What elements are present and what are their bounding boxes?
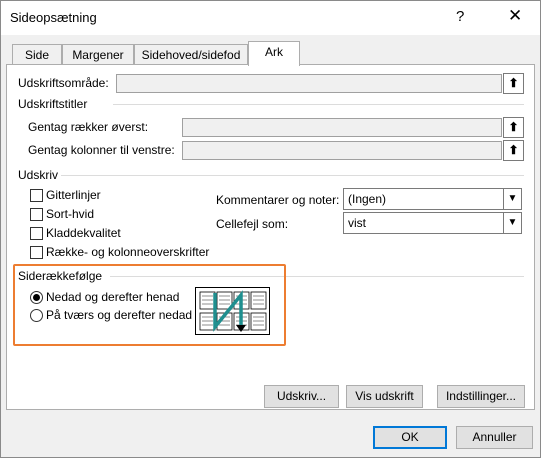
- row-col-headings-checkbox[interactable]: [30, 246, 43, 259]
- ok-button[interactable]: OK: [373, 426, 447, 449]
- close-button[interactable]: ✕: [508, 6, 522, 26]
- print-heading: Udskriv: [18, 168, 59, 182]
- page-order-highlight: [13, 264, 286, 346]
- options-button[interactable]: Indstillinger...: [437, 385, 525, 408]
- print-area-field[interactable]: [116, 74, 502, 93]
- page-setup-dialog: Sideopsætning ? ✕ Side Margener Sidehove…: [0, 0, 541, 458]
- print-preview-button[interactable]: Vis udskrift: [346, 385, 423, 408]
- comments-label: Kommentarer og noter:: [216, 193, 340, 207]
- gridlines-checkbox[interactable]: [30, 189, 43, 202]
- cell-errors-value: vist: [348, 216, 366, 230]
- tab-side[interactable]: Side: [12, 44, 62, 65]
- gridlines-label: Gitterlinjer: [46, 188, 101, 202]
- separator: [113, 104, 524, 105]
- repeat-cols-label: Gentag kolonner til venstre:: [28, 143, 175, 157]
- print-area-collapse-button[interactable]: ⬆: [503, 73, 524, 94]
- up-arrow-icon: ⬆: [508, 120, 519, 134]
- tab-margener[interactable]: Margener: [62, 44, 134, 65]
- repeat-cols-collapse-button[interactable]: ⬆: [503, 140, 524, 161]
- dialog-title: Sideopsætning: [10, 10, 97, 25]
- row-col-headings-label: Række- og kolonneoverskrifter: [46, 245, 210, 259]
- separator: [61, 175, 524, 176]
- repeat-rows-field[interactable]: [182, 118, 502, 137]
- up-arrow-icon: ⬆: [508, 76, 519, 90]
- comments-select[interactable]: (Ingen) ▼: [343, 188, 522, 210]
- draft-quality-label: Kladdekvalitet: [46, 226, 121, 240]
- black-white-checkbox[interactable]: [30, 208, 43, 221]
- help-button[interactable]: ?: [456, 8, 464, 25]
- print-area-label: Udskriftsområde:: [18, 76, 109, 90]
- tab-sidehoved-sidefod[interactable]: Sidehoved/sidefod: [134, 44, 248, 65]
- up-arrow-icon: ⬆: [508, 143, 519, 157]
- repeat-rows-collapse-button[interactable]: ⬆: [503, 117, 524, 138]
- cell-errors-select[interactable]: vist ▼: [343, 212, 522, 234]
- print-titles-heading: Udskriftstitler: [18, 97, 88, 111]
- cell-errors-label: Cellefejl som:: [216, 217, 289, 231]
- repeat-rows-label: Gentag rækker øverst:: [28, 120, 149, 134]
- black-white-label: Sort-hvid: [46, 207, 95, 221]
- chevron-down-icon[interactable]: ▼: [503, 189, 521, 209]
- title-bar: Sideopsætning ? ✕: [1, 1, 540, 35]
- draft-quality-checkbox[interactable]: [30, 227, 43, 240]
- repeat-cols-field[interactable]: [182, 141, 502, 160]
- chevron-down-icon[interactable]: ▼: [503, 213, 521, 233]
- comments-value: (Ingen): [348, 192, 387, 206]
- tab-ark[interactable]: Ark: [248, 41, 300, 66]
- cancel-button[interactable]: Annuller: [456, 426, 533, 449]
- print-button[interactable]: Udskriv...: [264, 385, 339, 408]
